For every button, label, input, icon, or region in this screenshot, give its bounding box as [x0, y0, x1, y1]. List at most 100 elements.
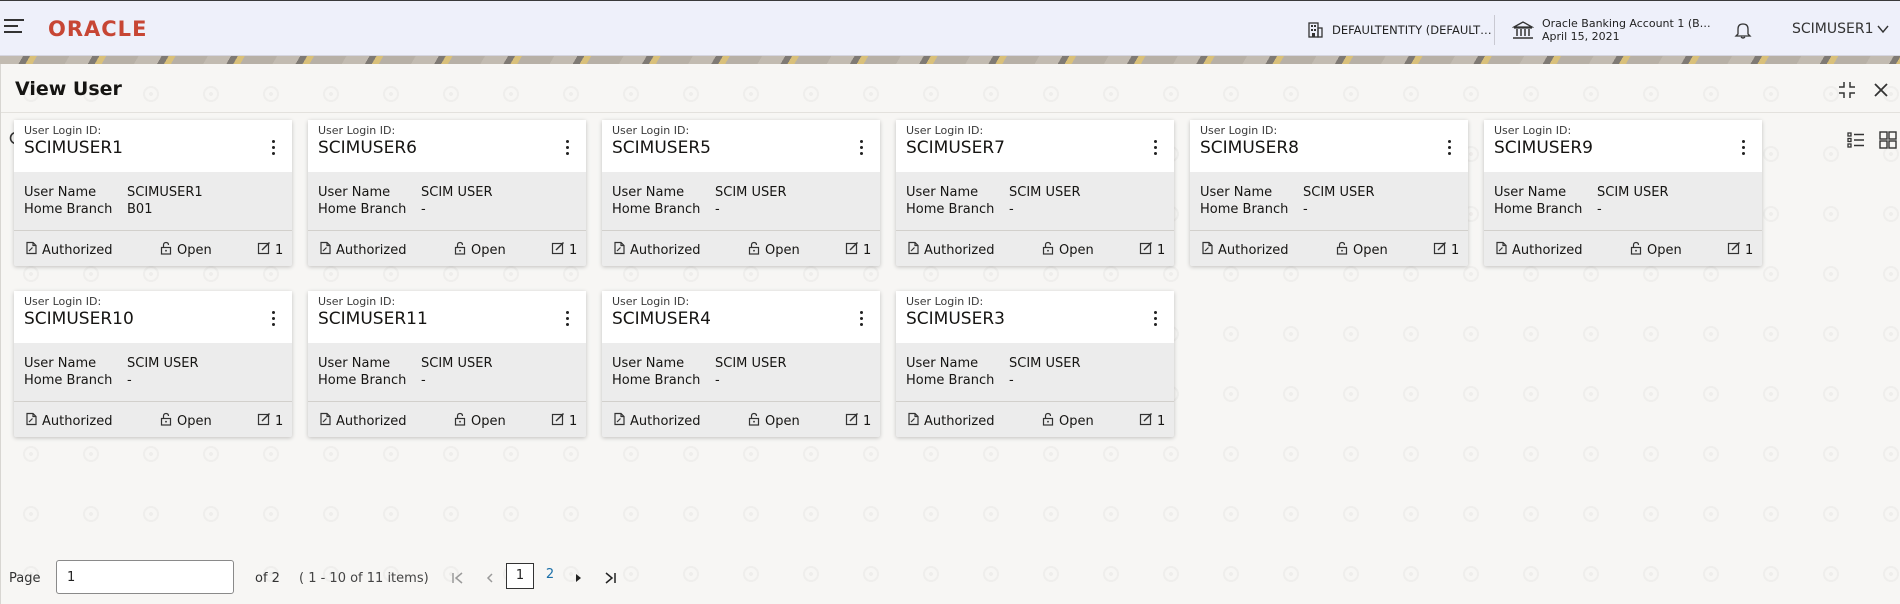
page-number-input[interactable] [56, 560, 234, 594]
modification-count[interactable]: 1 [257, 241, 283, 259]
modification-count[interactable]: 1 [1139, 241, 1165, 259]
edit-icon [845, 412, 859, 430]
record-status: Open [747, 412, 800, 430]
page-button-2[interactable]: 2 [536, 563, 564, 589]
home-branch-label: Home Branch [906, 373, 995, 388]
unlock-icon [1041, 412, 1055, 430]
record-status: Open [453, 241, 506, 259]
authorization-status-label: Authorized [42, 242, 113, 258]
login-id-label: User Login ID: [1200, 124, 1278, 137]
card-footer: Authorized Open 1 [1484, 230, 1762, 266]
entity-selector[interactable]: DEFAULTENTITY (DEFAULT… [1306, 21, 1492, 39]
authorization-status: Authorized [318, 241, 406, 259]
more-actions-icon[interactable] [564, 140, 570, 160]
last-page-icon[interactable] [602, 570, 618, 586]
oracle-logo: ORACLE [48, 17, 148, 41]
authorization-status-label: Authorized [924, 242, 995, 258]
document-icon [1200, 241, 1214, 259]
user-card[interactable]: User Login ID: SCIMUSER5 User Name SCIM U… [602, 120, 880, 266]
modification-count-value: 1 [1157, 242, 1166, 258]
more-actions-icon[interactable] [858, 140, 864, 160]
modification-count[interactable]: 1 [1727, 241, 1753, 259]
authorization-status: Authorized [1200, 241, 1288, 259]
card-header: User Login ID: SCIMUSER1 [14, 120, 292, 172]
user-card[interactable]: User Login ID: SCIMUSER6 User Name SCIM U… [308, 120, 586, 266]
more-actions-icon[interactable] [1152, 311, 1158, 331]
authorization-status-label: Authorized [336, 413, 407, 429]
minimize-window-icon[interactable] [1837, 80, 1857, 100]
modification-count[interactable]: 1 [845, 412, 871, 430]
modification-count[interactable]: 1 [1433, 241, 1459, 259]
login-id-label: User Login ID: [24, 124, 102, 137]
user-name-label: User Name [24, 356, 97, 371]
notification-bell-icon[interactable] [1733, 20, 1753, 40]
user-card[interactable]: User Login ID: SCIMUSER8 User Name SCIM U… [1190, 120, 1468, 266]
more-actions-icon[interactable] [270, 311, 276, 331]
user-card[interactable]: User Login ID: SCIMUSER9 User Name SCIM U… [1484, 120, 1762, 266]
more-actions-icon[interactable] [1740, 140, 1746, 160]
modification-count[interactable]: 1 [845, 241, 871, 259]
user-card[interactable]: User Login ID: SCIMUSER11 User Name SCIM … [308, 291, 586, 437]
card-header: User Login ID: SCIMUSER3 [896, 291, 1174, 343]
edit-icon [1139, 412, 1153, 430]
document-icon [24, 241, 38, 259]
edit-icon [845, 241, 859, 259]
home-branch-value: - [1009, 373, 1014, 388]
page-button-1[interactable]: 1 [506, 563, 534, 589]
home-branch-label: Home Branch [24, 373, 113, 388]
user-card[interactable]: User Login ID: SCIMUSER4 User Name SCIM U… [602, 291, 880, 437]
modification-count[interactable]: 1 [1139, 412, 1165, 430]
user-login-id: SCIMUSER4 [612, 309, 711, 329]
more-actions-icon[interactable] [270, 140, 276, 160]
user-card[interactable]: User Login ID: SCIMUSER3 User Name SCIM U… [896, 291, 1174, 437]
record-status: Open [1335, 241, 1388, 259]
record-status-label: Open [1059, 242, 1094, 258]
user-menu[interactable]: SCIMUSER1 [1792, 21, 1890, 37]
more-actions-icon[interactable] [858, 311, 864, 331]
user-card[interactable]: User Login ID: SCIMUSER10 User Name SCIM … [14, 291, 292, 437]
authorization-status: Authorized [612, 241, 700, 259]
login-id-label: User Login ID: [906, 124, 984, 137]
card-body: User Name SCIM USER Home Branch - [612, 355, 787, 389]
card-body: User Name SCIM USER Home Branch - [318, 355, 493, 389]
user-name-label: SCIMUSER1 [1792, 21, 1874, 37]
more-actions-icon[interactable] [1446, 140, 1452, 160]
document-icon [612, 412, 626, 430]
user-login-id: SCIMUSER6 [318, 138, 417, 158]
previous-page-icon[interactable] [482, 570, 498, 586]
unlock-icon [1629, 241, 1643, 259]
record-status: Open [1629, 241, 1682, 259]
card-footer: Authorized Open 1 [308, 230, 586, 266]
unlock-icon [1335, 241, 1349, 259]
list-view-icon[interactable] [1846, 130, 1866, 150]
user-login-id: SCIMUSER5 [612, 138, 711, 158]
user-card[interactable]: User Login ID: SCIMUSER7 User Name SCIM U… [896, 120, 1174, 266]
user-login-id: SCIMUSER11 [318, 309, 428, 329]
more-actions-icon[interactable] [1152, 140, 1158, 160]
account-selector[interactable]: Oracle Banking Account 1 (B… April 15, 2… [1512, 17, 1711, 43]
login-id-label: User Login ID: [612, 124, 690, 137]
next-page-icon[interactable] [570, 570, 586, 586]
grid-view-icon[interactable] [1878, 130, 1898, 150]
user-login-id: SCIMUSER1 [24, 138, 123, 158]
modification-count[interactable]: 1 [257, 412, 283, 430]
more-actions-icon[interactable] [564, 311, 570, 331]
user-login-id: SCIMUSER7 [906, 138, 1005, 158]
authorization-status: Authorized [906, 412, 994, 430]
record-status-label: Open [765, 413, 800, 429]
document-icon [906, 241, 920, 259]
modification-count[interactable]: 1 [551, 412, 577, 430]
card-footer: Authorized Open 1 [14, 401, 292, 437]
user-card[interactable]: User Login ID: SCIMUSER1 User Name SCIMUS… [14, 120, 292, 266]
hamburger-menu-icon[interactable] [4, 19, 24, 37]
edit-icon [1139, 241, 1153, 259]
item-range-label: ( 1 - 10 of 11 items) [299, 571, 429, 586]
card-body: User Name SCIMUSER1 Home Branch B01 [24, 184, 203, 218]
authorization-status-label: Authorized [630, 413, 701, 429]
record-status: Open [159, 241, 212, 259]
first-page-icon[interactable] [450, 570, 466, 586]
card-header: User Login ID: SCIMUSER9 [1484, 120, 1762, 172]
close-icon[interactable] [1871, 80, 1891, 100]
modification-count[interactable]: 1 [551, 241, 577, 259]
user-name-value: SCIMUSER1 [127, 185, 203, 200]
